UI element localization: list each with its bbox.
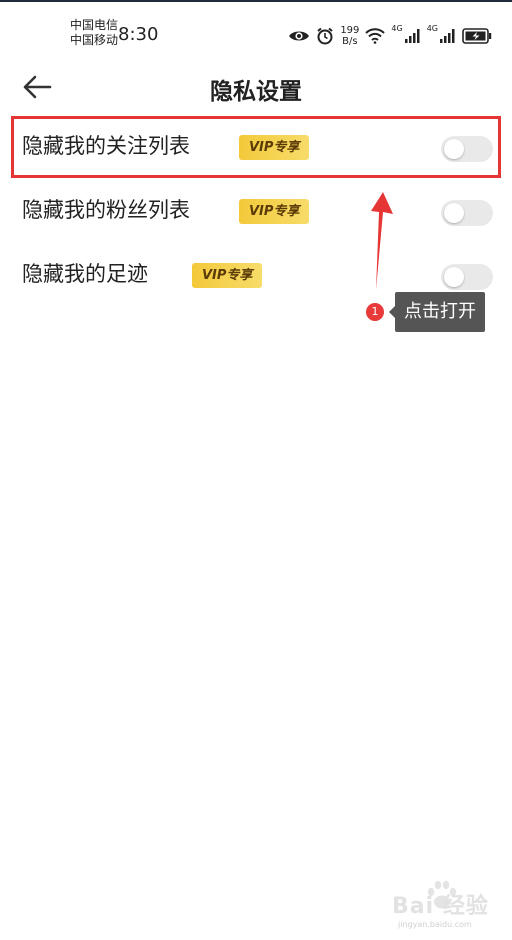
vip-badge: VIP专享 xyxy=(192,263,263,288)
step-number-badge: 1 xyxy=(366,303,384,321)
net-speed-value: 199 xyxy=(340,25,360,36)
header: 隐私设置 xyxy=(0,62,512,112)
watermark-brand: Bai 经验 xyxy=(392,894,489,919)
carrier-1: 中国电信 xyxy=(70,18,119,32)
signal-icon xyxy=(440,29,455,43)
setting-label: 隐藏我的粉丝列表 xyxy=(22,198,190,222)
status-time: 8:30 xyxy=(118,24,159,45)
net-speed: 199 B/s xyxy=(340,25,359,47)
highlight-box xyxy=(11,116,501,178)
alarm-icon xyxy=(317,27,333,45)
wifi-icon xyxy=(365,28,386,44)
signal-2-label: 4G xyxy=(426,24,438,33)
signal-icon xyxy=(404,29,420,43)
toggle-knob xyxy=(444,267,464,287)
carrier-2: 中国移动 xyxy=(70,33,119,47)
status-bar: 中国电信 中国移动 8:30 199 B/s 4G 4G xyxy=(0,2,512,62)
hide-footprint-toggle[interactable] xyxy=(441,264,493,290)
page-title: 隐私设置 xyxy=(210,79,302,105)
eye-icon xyxy=(289,31,310,41)
carrier-info: 中国电信 中国移动 xyxy=(70,18,118,48)
net-speed-unit: B/s xyxy=(342,36,358,47)
watermark: Bai 经验 jingyan.baidu.com xyxy=(392,880,492,929)
setting-label: 隐藏我的足迹 xyxy=(22,262,148,286)
vip-badge: VIP专享 xyxy=(239,199,310,224)
watermark-url: jingyan.baidu.com xyxy=(398,920,472,929)
setting-row-hide-fans: 隐藏我的粉丝列表 VIP专享 xyxy=(0,180,512,244)
battery-charging-icon xyxy=(462,28,492,44)
signal-1-label: 4G xyxy=(391,24,403,33)
hide-fans-toggle[interactable] xyxy=(441,200,493,226)
toggle-knob xyxy=(444,203,464,223)
status-icons: 199 B/s 4G 4G xyxy=(288,22,492,50)
tooltip-click-to-open: 点击打开 xyxy=(395,292,485,332)
